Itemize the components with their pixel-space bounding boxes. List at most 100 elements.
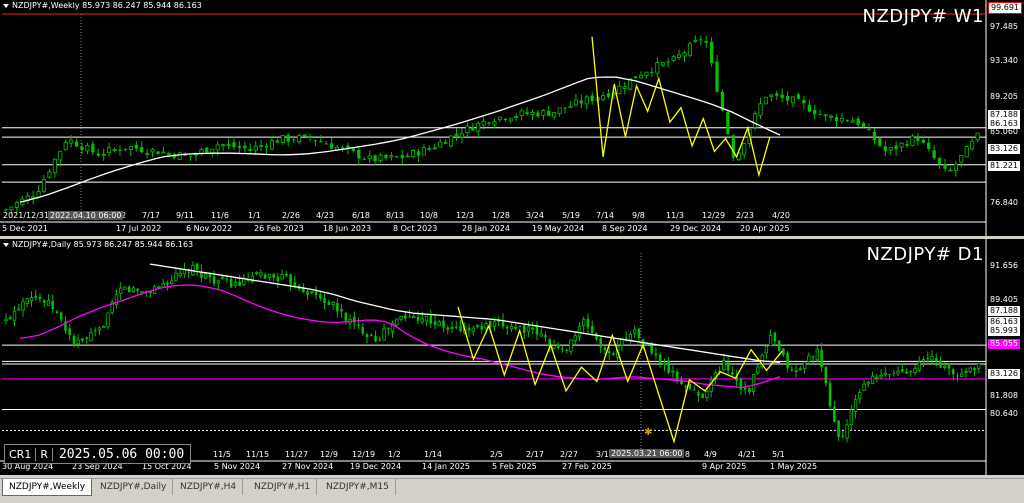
weekly-candle-body	[292, 139, 296, 141]
daily-chart-canvas[interactable]: ✱	[0, 239, 1024, 475]
daily-price-label: 83.126	[988, 369, 1020, 379]
weekly-candle-body	[400, 154, 404, 159]
daily-candle-body	[459, 326, 462, 332]
daily-candle-body	[331, 301, 335, 305]
weekly-time-label: 20 Apr 2025	[740, 224, 790, 233]
daily-candle-body	[4, 318, 8, 322]
weekly-chart-title: NZDJPY#,Weekly 85.973 86.247 85.944 86.1…	[12, 1, 202, 10]
weekly-candle-body	[351, 148, 356, 151]
daily-candle-body	[467, 327, 471, 331]
daily-candle-body	[55, 311, 59, 314]
weekly-candle-body	[568, 105, 573, 108]
weekly-candle-body	[58, 150, 63, 161]
daily-price-label: 85.055	[988, 339, 1020, 349]
weekly-time-label: 5/19	[562, 211, 580, 220]
daily-candle-body	[603, 347, 607, 351]
weekly-candle-body	[69, 139, 74, 144]
daily-candle-body	[399, 316, 403, 320]
daily-crosshair-time: 2025.03.21 06:00	[609, 449, 685, 458]
weekly-candle-body	[476, 122, 481, 132]
weekly-candle-body	[682, 52, 687, 57]
daily-candle-body	[845, 424, 849, 439]
weekly-candle-body	[503, 118, 507, 120]
daily-candle-body	[518, 326, 522, 328]
tab-daily[interactable]: NZDJPY#,Daily	[94, 479, 174, 495]
daily-candle-body	[807, 355, 811, 362]
daily-candle-body	[731, 372, 734, 375]
weekly-crosshair-time: 2022.04.10 06:00	[48, 211, 124, 220]
daily-candle-body	[662, 362, 667, 365]
daily-candle-body	[951, 369, 955, 375]
weekly-price-label: 99.691	[988, 2, 1022, 14]
tab-weekly[interactable]: NZDJPY#,Weekly	[2, 479, 93, 496]
daily-candle-body	[203, 273, 208, 279]
weekly-chart-pane[interactable]: NZDJPY#,Weekly 85.973 86.247 85.944 86.1…	[0, 0, 1024, 236]
daily-candle-body	[888, 373, 891, 375]
daily-candle-body	[633, 329, 637, 334]
weekly-candle-body	[47, 171, 52, 178]
weekly-candle-body	[85, 145, 90, 152]
daily-candle-body	[131, 287, 136, 293]
daily-candle-body	[357, 324, 360, 326]
weekly-candle-body	[536, 112, 540, 117]
weekly-candle-body	[693, 39, 698, 42]
weekly-candle-body	[63, 142, 68, 150]
daily-chart-pane[interactable]: ✱ NZDJPY#,Daily 85.973 86.247 85.944 86.…	[0, 239, 1024, 475]
weekly-candle-body	[856, 118, 860, 125]
daily-candle-body	[319, 294, 322, 299]
daily-candle-body	[267, 273, 272, 278]
weekly-menu-caret-icon[interactable]	[3, 4, 9, 8]
weekly-candle-body	[297, 135, 302, 143]
weekly-time-label: 8/13	[386, 211, 404, 220]
weekly-chart-canvas[interactable]	[0, 0, 1024, 236]
daily-menu-caret-icon[interactable]	[3, 243, 9, 247]
daily-candle-body	[89, 332, 93, 342]
weekly-candle-body	[313, 140, 318, 142]
tab-h1[interactable]: NZDJPY#,H1	[248, 479, 318, 495]
crosshair-cr-button[interactable]: CR1	[5, 447, 37, 461]
daily-candle-body	[8, 317, 12, 320]
weekly-price-label: 85.060	[990, 127, 1018, 136]
daily-candle-body	[254, 272, 259, 275]
weekly-candle-body	[454, 134, 459, 136]
tab-m15[interactable]: NZDJPY#,M15	[320, 479, 396, 495]
weekly-candle-body	[953, 163, 958, 171]
weekly-candle-body	[916, 137, 920, 142]
daily-candle-body	[837, 420, 840, 438]
daily-candle-body	[956, 375, 959, 377]
daily-candle-body	[424, 315, 429, 322]
weekly-candle-body	[378, 154, 383, 161]
daily-candle-body	[178, 272, 182, 277]
weekly-candle-body	[964, 146, 969, 158]
weekly-candle-body	[530, 112, 535, 115]
daily-candle-body	[484, 323, 488, 329]
daily-candle-body	[148, 291, 153, 294]
daily-candle-body	[764, 345, 769, 354]
weekly-candle-body	[905, 143, 909, 146]
crosshair-r-button[interactable]: R	[36, 447, 53, 461]
daily-candle-body	[654, 353, 658, 356]
weekly-time-label: 3/24	[526, 211, 544, 220]
daily-candle-body	[76, 339, 80, 345]
weekly-time-label: 29 Dec 2024	[670, 224, 722, 233]
daily-candle-body	[977, 363, 981, 369]
daily-candle-body	[930, 356, 934, 361]
weekly-candle-body	[481, 120, 486, 126]
weekly-candle-body	[579, 100, 583, 104]
weekly-candle-body	[41, 179, 47, 192]
weekly-candle-body	[753, 113, 758, 128]
weekly-candle-body	[96, 153, 100, 156]
weekly-candle-body	[362, 159, 366, 161]
weekly-candle-body	[818, 114, 822, 116]
daily-candle-body	[378, 339, 382, 341]
daily-candle-body	[658, 354, 662, 364]
weekly-candle-body	[650, 71, 654, 73]
daily-candle-body	[786, 353, 789, 369]
weekly-price-label: 81.221	[988, 161, 1020, 171]
daily-candle-body	[697, 392, 700, 396]
daily-candle-body	[794, 370, 798, 372]
weekly-candle-body	[112, 149, 117, 151]
tab-h4[interactable]: NZDJPY#,H4	[174, 479, 244, 495]
weekly-candle-body	[319, 140, 323, 143]
daily-candle-body	[590, 325, 594, 333]
